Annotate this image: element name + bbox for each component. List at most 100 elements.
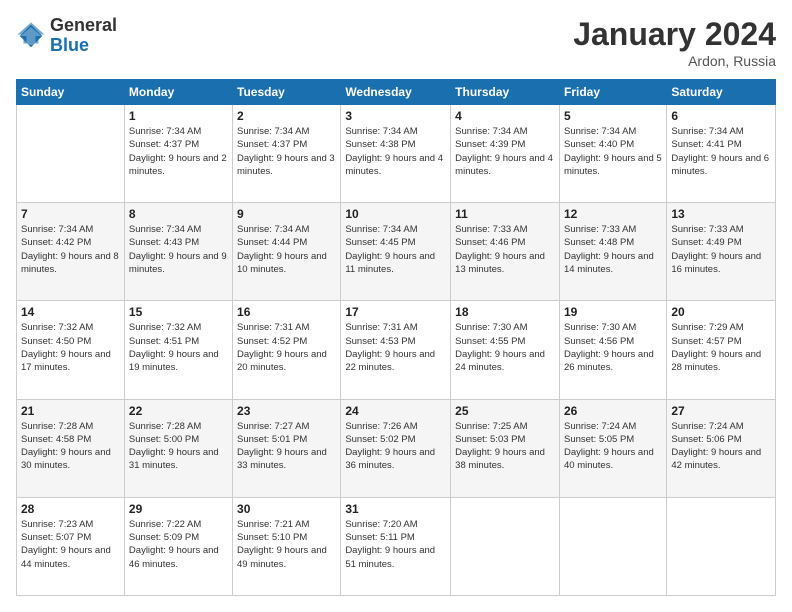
day-info: Sunrise: 7:31 AM Sunset: 4:52 PM Dayligh…: [237, 321, 336, 374]
day-number: 15: [129, 305, 228, 319]
day-info: Sunrise: 7:34 AM Sunset: 4:43 PM Dayligh…: [129, 223, 228, 276]
header-row: Sunday Monday Tuesday Wednesday Thursday…: [17, 80, 776, 105]
day-info: Sunrise: 7:20 AM Sunset: 5:11 PM Dayligh…: [345, 518, 446, 571]
day-info: Sunrise: 7:34 AM Sunset: 4:39 PM Dayligh…: [455, 125, 555, 178]
day-cell: 24 Sunrise: 7:26 AM Sunset: 5:02 PM Dayli…: [341, 399, 451, 497]
day-cell: 7 Sunrise: 7:34 AM Sunset: 4:42 PM Daylig…: [17, 203, 125, 301]
week-row-2: 14 Sunrise: 7:32 AM Sunset: 4:50 PM Dayli…: [17, 301, 776, 399]
day-cell: 14 Sunrise: 7:32 AM Sunset: 4:50 PM Dayli…: [17, 301, 125, 399]
day-info: Sunrise: 7:29 AM Sunset: 4:57 PM Dayligh…: [671, 321, 771, 374]
day-info: Sunrise: 7:34 AM Sunset: 4:40 PM Dayligh…: [564, 125, 662, 178]
day-cell: [17, 105, 125, 203]
title-block: January 2024 Ardon, Russia: [573, 16, 776, 69]
day-number: 31: [345, 502, 446, 516]
day-cell: 23 Sunrise: 7:27 AM Sunset: 5:01 PM Dayli…: [233, 399, 341, 497]
day-info: Sunrise: 7:30 AM Sunset: 4:56 PM Dayligh…: [564, 321, 662, 374]
day-cell: 2Sunrise: 7:34 AM Sunset: 4:37 PM Daylig…: [233, 105, 341, 203]
day-cell: 15Sunrise: 7:32 AM Sunset: 4:51 PM Dayli…: [124, 301, 232, 399]
day-number: 3: [345, 109, 446, 123]
day-info: Sunrise: 7:34 AM Sunset: 4:37 PM Dayligh…: [129, 125, 228, 178]
day-number: 12: [564, 207, 662, 221]
day-info: Sunrise: 7:34 AM Sunset: 4:38 PM Dayligh…: [345, 125, 446, 178]
col-sunday: Sunday: [17, 80, 125, 105]
day-number: 26: [564, 404, 662, 418]
day-cell: 5 Sunrise: 7:34 AM Sunset: 4:40 PM Daylig…: [559, 105, 666, 203]
day-number: 29: [129, 502, 228, 516]
day-cell: 17Sunrise: 7:31 AM Sunset: 4:53 PM Dayli…: [341, 301, 451, 399]
day-cell: 28Sunrise: 7:23 AM Sunset: 5:07 PM Dayli…: [17, 497, 125, 595]
day-info: Sunrise: 7:24 AM Sunset: 5:05 PM Dayligh…: [564, 420, 662, 473]
day-cell: 20 Sunrise: 7:29 AM Sunset: 4:57 PM Dayli…: [667, 301, 776, 399]
day-number: 24: [345, 404, 446, 418]
day-info: Sunrise: 7:34 AM Sunset: 4:37 PM Dayligh…: [237, 125, 336, 178]
day-number: 23: [237, 404, 336, 418]
day-number: 27: [671, 404, 771, 418]
day-cell: 18Sunrise: 7:30 AM Sunset: 4:55 PM Dayli…: [451, 301, 560, 399]
day-cell: 6 Sunrise: 7:34 AM Sunset: 4:41 PM Daylig…: [667, 105, 776, 203]
day-cell: 11 Sunrise: 7:33 AM Sunset: 4:46 PM Dayli…: [451, 203, 560, 301]
header: General Blue January 2024 Ardon, Russia: [16, 16, 776, 69]
day-cell: 10Sunrise: 7:34 AM Sunset: 4:45 PM Dayli…: [341, 203, 451, 301]
day-info: Sunrise: 7:25 AM Sunset: 5:03 PM Dayligh…: [455, 420, 555, 473]
day-cell: [559, 497, 666, 595]
day-info: Sunrise: 7:28 AM Sunset: 5:00 PM Dayligh…: [129, 420, 228, 473]
day-cell: 1 Sunrise: 7:34 AM Sunset: 4:37 PM Daylig…: [124, 105, 232, 203]
day-info: Sunrise: 7:30 AM Sunset: 4:55 PM Dayligh…: [455, 321, 555, 374]
day-cell: 16 Sunrise: 7:31 AM Sunset: 4:52 PM Dayli…: [233, 301, 341, 399]
day-number: 7: [21, 207, 120, 221]
day-cell: [451, 497, 560, 595]
day-info: Sunrise: 7:34 AM Sunset: 4:42 PM Dayligh…: [21, 223, 120, 276]
day-cell: 4Sunrise: 7:34 AM Sunset: 4:39 PM Daylig…: [451, 105, 560, 203]
day-number: 11: [455, 207, 555, 221]
day-number: 8: [129, 207, 228, 221]
calendar-page: General Blue January 2024 Ardon, Russia …: [0, 0, 792, 612]
day-cell: [667, 497, 776, 595]
day-number: 9: [237, 207, 336, 221]
day-info: Sunrise: 7:27 AM Sunset: 5:01 PM Dayligh…: [237, 420, 336, 473]
day-cell: 26 Sunrise: 7:24 AM Sunset: 5:05 PM Dayli…: [559, 399, 666, 497]
day-number: 5: [564, 109, 662, 123]
day-info: Sunrise: 7:33 AM Sunset: 4:48 PM Dayligh…: [564, 223, 662, 276]
day-cell: 22 Sunrise: 7:28 AM Sunset: 5:00 PM Dayli…: [124, 399, 232, 497]
col-friday: Friday: [559, 80, 666, 105]
day-info: Sunrise: 7:34 AM Sunset: 4:44 PM Dayligh…: [237, 223, 336, 276]
day-number: 19: [564, 305, 662, 319]
day-info: Sunrise: 7:24 AM Sunset: 5:06 PM Dayligh…: [671, 420, 771, 473]
day-number: 21: [21, 404, 120, 418]
day-number: 14: [21, 305, 120, 319]
day-info: Sunrise: 7:32 AM Sunset: 4:50 PM Dayligh…: [21, 321, 120, 374]
location: Ardon, Russia: [573, 53, 776, 69]
day-number: 13: [671, 207, 771, 221]
week-row-0: 1 Sunrise: 7:34 AM Sunset: 4:37 PM Daylig…: [17, 105, 776, 203]
calendar-body: 1 Sunrise: 7:34 AM Sunset: 4:37 PM Daylig…: [17, 105, 776, 596]
week-row-3: 21 Sunrise: 7:28 AM Sunset: 4:58 PM Dayli…: [17, 399, 776, 497]
col-wednesday: Wednesday: [341, 80, 451, 105]
month-title: January 2024: [573, 16, 776, 53]
col-monday: Monday: [124, 80, 232, 105]
logo-icon: [16, 21, 46, 51]
day-info: Sunrise: 7:26 AM Sunset: 5:02 PM Dayligh…: [345, 420, 446, 473]
day-info: Sunrise: 7:21 AM Sunset: 5:10 PM Dayligh…: [237, 518, 336, 571]
day-info: Sunrise: 7:33 AM Sunset: 4:46 PM Dayligh…: [455, 223, 555, 276]
logo: General Blue: [16, 16, 117, 56]
day-cell: 21 Sunrise: 7:28 AM Sunset: 4:58 PM Dayli…: [17, 399, 125, 497]
col-saturday: Saturday: [667, 80, 776, 105]
day-info: Sunrise: 7:34 AM Sunset: 4:41 PM Dayligh…: [671, 125, 771, 178]
day-cell: 27 Sunrise: 7:24 AM Sunset: 5:06 PM Dayli…: [667, 399, 776, 497]
week-row-4: 28Sunrise: 7:23 AM Sunset: 5:07 PM Dayli…: [17, 497, 776, 595]
day-number: 16: [237, 305, 336, 319]
day-info: Sunrise: 7:22 AM Sunset: 5:09 PM Dayligh…: [129, 518, 228, 571]
col-tuesday: Tuesday: [233, 80, 341, 105]
day-number: 30: [237, 502, 336, 516]
day-info: Sunrise: 7:28 AM Sunset: 4:58 PM Dayligh…: [21, 420, 120, 473]
day-number: 22: [129, 404, 228, 418]
day-number: 20: [671, 305, 771, 319]
day-number: 25: [455, 404, 555, 418]
day-number: 1: [129, 109, 228, 123]
day-number: 17: [345, 305, 446, 319]
day-number: 6: [671, 109, 771, 123]
day-cell: 8 Sunrise: 7:34 AM Sunset: 4:43 PM Daylig…: [124, 203, 232, 301]
calendar-header: Sunday Monday Tuesday Wednesday Thursday…: [17, 80, 776, 105]
day-cell: 31 Sunrise: 7:20 AM Sunset: 5:11 PM Dayli…: [341, 497, 451, 595]
col-thursday: Thursday: [451, 80, 560, 105]
